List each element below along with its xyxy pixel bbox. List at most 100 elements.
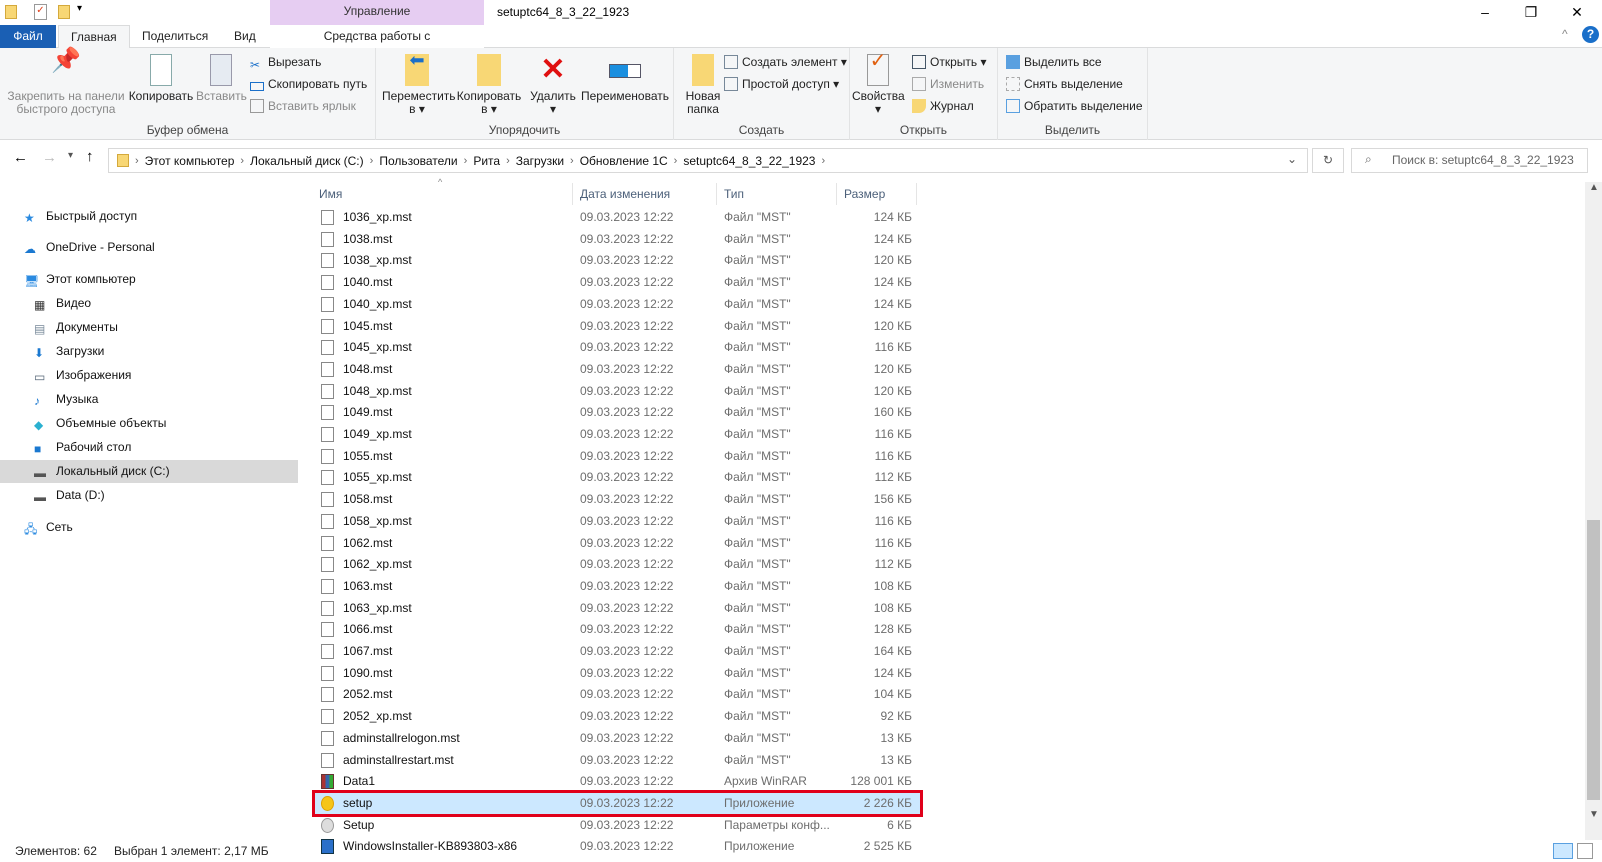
breadcrumb-item[interactable]: Рита <box>467 154 506 168</box>
breadcrumb-item[interactable]: Локальный диск (C:) <box>244 154 370 168</box>
breadcrumb-item[interactable]: Этот компьютер <box>139 154 241 168</box>
file-row[interactable]: 1058.mst 09.03.2023 12:22 Файл "MST" 156 КБ <box>315 489 920 510</box>
nav-item[interactable]: ▬ Локальный диск (C:) <box>0 460 298 483</box>
file-row[interactable]: 1062_xp.mst 09.03.2023 12:22 Файл "MST" 112… <box>315 554 920 575</box>
select-none-button[interactable]: Снять выделение <box>1006 74 1123 94</box>
address-dropdown-icon[interactable]: ⌄ <box>1287 152 1297 166</box>
edit-button[interactable]: Изменить <box>912 74 984 94</box>
file-row[interactable]: 1048.mst 09.03.2023 12:22 Файл "MST" 120 КБ <box>315 359 920 380</box>
nav-item[interactable]: ♪ Музыка <box>34 388 98 411</box>
file-row[interactable]: adminstallrestart.mst 09.03.2023 12:22 Фай… <box>315 750 920 771</box>
file-row[interactable]: 1055.mst 09.03.2023 12:22 Файл "MST" 116 КБ <box>315 446 920 467</box>
file-row[interactable]: 1040.mst 09.03.2023 12:22 Файл "MST" 124 КБ <box>315 272 920 293</box>
forward-button[interactable]: → <box>42 149 57 166</box>
help-icon[interactable]: ? <box>1582 26 1599 43</box>
new-folder-quick-icon[interactable] <box>58 5 70 19</box>
breadcrumb-item[interactable]: Обновление 1С <box>574 154 674 168</box>
delete-button[interactable]: ✕ Удалить ▾ <box>528 54 578 116</box>
file-row[interactable]: 1058_xp.mst 09.03.2023 12:22 Файл "MST" 116… <box>315 511 920 532</box>
breadcrumb-item[interactable]: Загрузки <box>510 154 570 168</box>
tab-home[interactable]: Главная <box>58 25 130 49</box>
column-header-date[interactable]: Дата изменения <box>573 183 717 205</box>
copy-path-button[interactable]: Скопировать путь <box>250 74 367 94</box>
file-row[interactable]: 1049.mst 09.03.2023 12:22 Файл "MST" 160 КБ <box>315 402 920 423</box>
file-row[interactable]: 1062.mst 09.03.2023 12:22 Файл "MST" 116 КБ <box>315 533 920 554</box>
pin-button[interactable]: 📌 Закрепить на панели быстрого доступа <box>6 49 126 116</box>
search-input[interactable]: Поиск в: setuptc64_8_3_22_1923 <box>1351 148 1588 173</box>
file-row[interactable]: 1036_xp.mst 09.03.2023 12:22 Файл "MST" 124… <box>315 207 920 228</box>
tab-app-tools[interactable]: Средства работы с приложениями <box>270 25 484 65</box>
paste-button[interactable]: Вставить <box>196 54 247 103</box>
restore-button[interactable]: ❐ <box>1508 0 1554 25</box>
back-button[interactable]: ← <box>13 149 28 166</box>
file-row[interactable]: 1063_xp.mst 09.03.2023 12:22 Файл "MST" 108… <box>315 598 920 619</box>
nav-item[interactable]: ☁ OneDrive - Personal <box>24 236 155 259</box>
file-row[interactable]: 1049_xp.mst 09.03.2023 12:22 Файл "MST" 116… <box>315 424 920 445</box>
file-row[interactable]: 2052_xp.mst 09.03.2023 12:22 Файл "MST" 92 … <box>315 706 920 727</box>
quick-access-dropdown-icon[interactable]: ▾ <box>77 3 82 14</box>
details-view-button[interactable] <box>1553 843 1573 859</box>
chevron-right-icon[interactable]: › <box>821 155 825 167</box>
nav-item[interactable]: ⬇ Загрузки <box>34 340 104 363</box>
select-all-button[interactable]: Выделить все <box>1006 52 1102 72</box>
tab-file[interactable]: Файл <box>0 25 56 48</box>
nav-item[interactable]: ▬ Data (D:) <box>34 484 105 507</box>
nav-item[interactable]: ■ Рабочий стол <box>34 436 131 459</box>
large-icons-view-button[interactable] <box>1577 843 1593 859</box>
nav-item[interactable]: 🖧 Сеть <box>24 516 73 539</box>
paste-shortcut-button[interactable]: Вставить ярлык <box>250 96 356 116</box>
copy-button[interactable]: Копировать <box>128 54 194 103</box>
rename-button[interactable]: Переименовать <box>580 54 670 103</box>
breadcrumb-item[interactable]: setuptc64_8_3_22_1923 <box>677 154 821 168</box>
nav-item[interactable]: ★ Быстрый доступ <box>24 205 137 228</box>
file-row[interactable]: 1040_xp.mst 09.03.2023 12:22 Файл "MST" 124… <box>315 294 920 315</box>
file-row[interactable]: Setup 09.03.2023 12:22 Параметры конф... 6 … <box>315 815 920 836</box>
breadcrumb-item[interactable]: Пользователи <box>373 154 463 168</box>
new-folder-button[interactable]: Новая папка <box>678 54 728 116</box>
minimize-button[interactable]: – <box>1462 0 1508 25</box>
cut-button[interactable]: ✂ Вырезать <box>250 52 321 72</box>
column-header-name[interactable]: Имя <box>312 183 573 205</box>
nav-item[interactable]: ▭ Изображения <box>34 364 131 387</box>
tab-view[interactable]: Вид <box>222 25 268 48</box>
invert-selection-button[interactable]: Обратить выделение <box>1006 96 1143 116</box>
up-button[interactable]: ↑ <box>86 148 94 165</box>
nav-item[interactable]: ▤ Документы <box>34 316 118 339</box>
properties-quick-icon[interactable]: ✓ <box>34 4 47 20</box>
scroll-up-arrow-icon[interactable]: ▲ <box>1589 182 1599 193</box>
file-row[interactable]: 1038_xp.mst 09.03.2023 12:22 Файл "MST" 120… <box>315 250 920 271</box>
refresh-button[interactable]: ↻ <box>1312 148 1344 173</box>
collapse-ribbon-icon[interactable]: ^ <box>1562 27 1568 41</box>
close-button[interactable]: ✕ <box>1554 0 1600 25</box>
copy-to-button[interactable]: Копировать в ▾ <box>456 54 522 116</box>
history-button[interactable]: Журнал <box>912 96 974 116</box>
file-row[interactable]: 1045_xp.mst 09.03.2023 12:22 Файл "MST" 116… <box>315 337 920 358</box>
move-to-button[interactable]: ⬅ Переместить в ▾ <box>382 51 456 116</box>
column-header-size[interactable]: Размер <box>837 183 917 205</box>
address-bar[interactable]: › Этот компьютер › Локальный диск (C:) › Пол… <box>108 148 1308 173</box>
nav-item[interactable]: ◆ Объемные объекты <box>34 412 166 435</box>
file-row[interactable]: 1048_xp.mst 09.03.2023 12:22 Файл "MST" 120… <box>315 381 920 402</box>
file-row[interactable]: 2052.mst 09.03.2023 12:22 Файл "MST" 104 КБ <box>315 684 920 705</box>
file-row[interactable]: 1045.mst 09.03.2023 12:22 Файл "MST" 120 КБ <box>315 316 920 337</box>
file-row[interactable]: 1063.mst 09.03.2023 12:22 Файл "MST" 108 КБ <box>315 576 920 597</box>
tab-share[interactable]: Поделиться <box>130 25 220 48</box>
recent-locations-button[interactable]: ▾ <box>68 150 73 161</box>
file-row[interactable]: 1038.mst 09.03.2023 12:22 Файл "MST" 124 КБ <box>315 229 920 250</box>
column-header-type[interactable]: Тип <box>717 183 837 205</box>
nav-item[interactable]: 🖥 Этот компьютер <box>24 268 136 291</box>
open-button[interactable]: Открыть ▾ <box>912 52 986 72</box>
new-item-button[interactable]: Создать элемент ▾ <box>724 52 847 72</box>
easy-access-button[interactable]: Простой доступ ▾ <box>724 74 839 94</box>
file-row[interactable]: setup 09.03.2023 12:22 Приложение 2 226 КБ <box>312 789 923 817</box>
file-row[interactable]: 1066.mst 09.03.2023 12:22 Файл "MST" 128 КБ <box>315 619 920 640</box>
file-row[interactable]: 1090.mst 09.03.2023 12:22 Файл "MST" 124 КБ <box>315 663 920 684</box>
scrollbar-thumb[interactable] <box>1587 520 1600 800</box>
file-row[interactable]: 1067.mst 09.03.2023 12:22 Файл "MST" 164 КБ <box>315 641 920 662</box>
properties-button[interactable]: ✓ Свойства ▾ <box>852 51 905 116</box>
nav-item[interactable]: ▦ Видео <box>34 292 91 315</box>
scroll-down-arrow-icon[interactable]: ▼ <box>1589 809 1599 820</box>
file-row[interactable]: Data1 09.03.2023 12:22 Архив WinRAR 128 001… <box>315 771 920 792</box>
file-row[interactable]: 1055_xp.mst 09.03.2023 12:22 Файл "MST" 112… <box>315 467 920 488</box>
file-row[interactable]: adminstallrelogon.mst 09.03.2023 12:22 Фай… <box>315 728 920 749</box>
